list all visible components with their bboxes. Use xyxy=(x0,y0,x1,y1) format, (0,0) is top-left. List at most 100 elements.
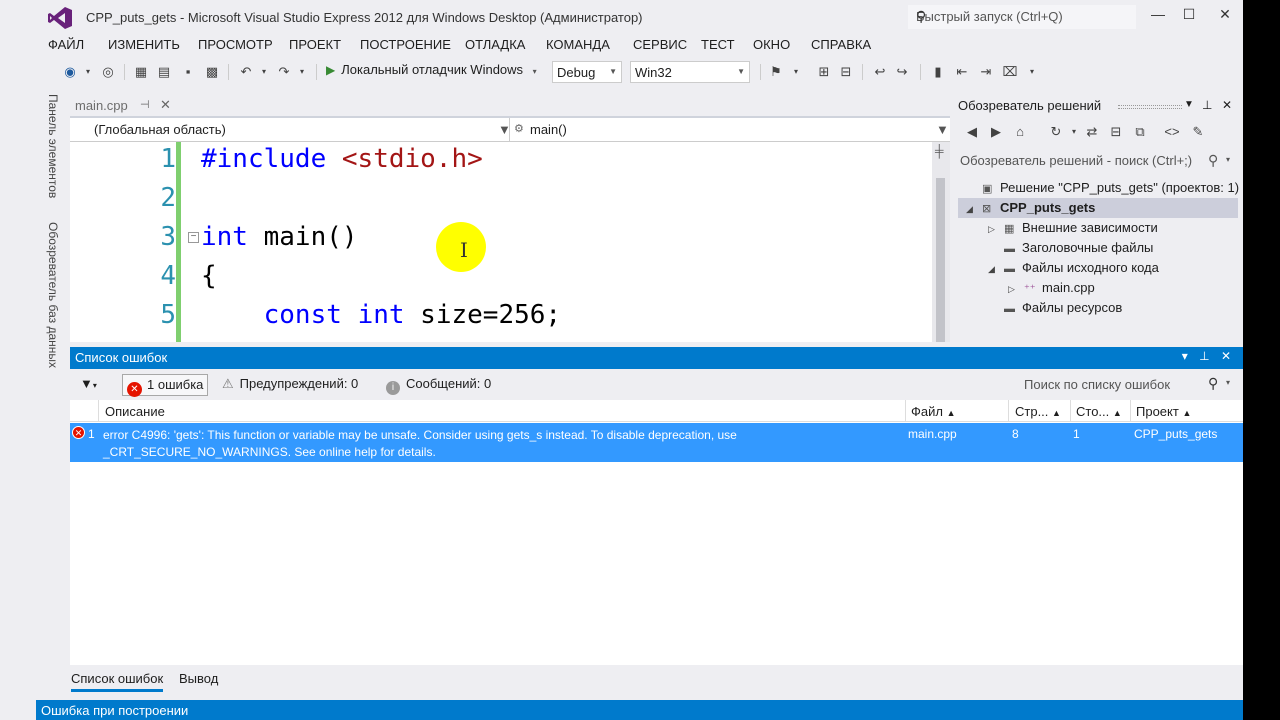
menu-window[interactable]: ОКНО xyxy=(753,37,790,52)
next-bookmark-icon[interactable]: ⇥ xyxy=(978,64,994,80)
menu-project[interactable]: ПРОЕКТ xyxy=(289,37,341,52)
quick-launch-input[interactable]: Быстрый запуск (Ctrl+Q) ⚲ xyxy=(908,5,1136,29)
menu-test[interactable]: ТЕСТ xyxy=(701,37,735,52)
tree-item[interactable]: ◢ ⊠ CPP_puts_gets xyxy=(958,198,1238,218)
code-line[interactable]: 1 #include <stdio.h> xyxy=(70,144,932,183)
pin-icon[interactable]: ⊥ xyxy=(1202,98,1212,112)
step-icon[interactable]: ⊟ xyxy=(838,64,854,80)
code-editor[interactable]: 1 #include <stdio.h> 2 3 int main() 4{5 const… xyxy=(70,142,932,342)
minimize-button[interactable]: — xyxy=(1143,6,1173,26)
prev-bookmark-icon[interactable]: ⇤ xyxy=(954,64,970,80)
scope-select[interactable]: (Глобальная область) ▼ xyxy=(70,118,511,141)
clear-bookmarks-icon[interactable]: ⌧ xyxy=(1002,64,1018,80)
warnings-filter-button[interactable]: ⚠ Предупреждений: 0 xyxy=(218,374,362,396)
platform-select[interactable]: Win32 ▼ xyxy=(630,61,750,83)
code-line[interactable]: 3 int main() xyxy=(70,222,932,261)
menu-build[interactable]: ПОСТРОЕНИЕ xyxy=(360,37,451,52)
find-dropdown-icon[interactable]: ▾ xyxy=(788,64,804,80)
start-debugging-button[interactable]: ▶ Локальный отладчик Windows ▾ xyxy=(326,62,537,82)
messages-filter-button[interactable]: i Сообщений: 0 xyxy=(382,374,495,396)
column-description[interactable]: Описание xyxy=(105,404,165,419)
expander-icon[interactable]: ◢ xyxy=(988,264,1004,275)
undo-dropdown-icon[interactable]: ▾ xyxy=(256,64,272,80)
menu-tools[interactable]: СЕРВИС xyxy=(633,37,687,52)
menu-view[interactable]: ПРОСМОТР xyxy=(198,37,273,52)
chevron-down-icon: ▾ xyxy=(532,67,537,76)
filter-icon[interactable]: ▼▾ xyxy=(76,374,101,396)
solution-configs-icon[interactable]: ⊞ xyxy=(816,64,832,80)
tree-item[interactable]: ▬ Заголовочные файлы xyxy=(958,238,1238,258)
editor-scrollbar[interactable]: ╪ xyxy=(932,142,950,342)
back-icon[interactable]: ◀ xyxy=(964,124,980,140)
panel-controls[interactable]: ▾ ⊥ ✕ xyxy=(1182,349,1235,363)
tab-output[interactable]: Вывод xyxy=(179,671,218,686)
toolbox-tab[interactable]: Панель элементов xyxy=(46,94,60,198)
grip xyxy=(1118,105,1182,109)
bookmark-icon[interactable]: ▮ xyxy=(930,64,946,80)
db-explorer-tab[interactable]: Обозреватель баз данных xyxy=(46,222,60,368)
chevron-down-icon[interactable]: ▼ xyxy=(1184,99,1194,110)
column-col[interactable]: Сто... ▲ xyxy=(1076,404,1122,419)
menu-help[interactable]: СПРАВКА xyxy=(811,37,871,52)
open-file-icon[interactable]: ▤ xyxy=(156,64,172,80)
scrollbar-thumb[interactable] xyxy=(936,178,945,342)
menu-team[interactable]: КОМАНДА xyxy=(546,37,610,52)
close-icon[interactable]: ✕ xyxy=(160,97,171,113)
properties-icon[interactable]: ✎ xyxy=(1190,124,1206,140)
tree-item[interactable]: ▷ ▦ Внешние зависимости xyxy=(958,218,1238,238)
close-button[interactable]: ✕ xyxy=(1210,6,1240,26)
tree-item[interactable]: ▬ Файлы ресурсов xyxy=(958,298,1238,318)
chevron-down-icon[interactable]: ▾ xyxy=(1226,155,1230,164)
find-in-files-icon[interactable]: ⚑ xyxy=(768,64,784,80)
tab-error-list[interactable]: Список ошибок xyxy=(71,671,164,692)
tab-main-cpp[interactable]: main.cpp ⊣ ✕ xyxy=(70,95,178,117)
solution-explorer-search-input[interactable]: Обозреватель решений - поиск (Ctrl+;) ⚲ … xyxy=(954,150,1240,172)
close-icon[interactable]: ✕ xyxy=(1222,98,1232,112)
back-dropdown-icon[interactable]: ▾ xyxy=(80,64,96,80)
redo-icon[interactable]: ↷ xyxy=(276,64,292,80)
error-list-search-input[interactable]: Поиск по списку ошибок ⚲ ▾ xyxy=(1018,374,1240,396)
indent-icon[interactable]: ↪ xyxy=(894,64,910,80)
forward-icon[interactable]: ▶ xyxy=(988,124,1004,140)
tree-item[interactable]: ▷ ⁺⁺ main.cpp xyxy=(958,278,1238,298)
tree-item[interactable]: ◢ ▬ Файлы исходного кода xyxy=(958,258,1238,278)
chevron-down-icon[interactable]: ▾ xyxy=(1226,378,1230,387)
expander-icon[interactable]: ▷ xyxy=(1008,284,1024,295)
column-project[interactable]: Проект ▲ xyxy=(1136,404,1191,419)
history-icon[interactable]: ↻ xyxy=(1048,124,1064,140)
undo-icon[interactable]: ↶ xyxy=(238,64,254,80)
code-line[interactable]: 5 const int size=256; xyxy=(70,300,932,339)
code-line[interactable]: 2 xyxy=(70,183,932,222)
tree-item[interactable]: ▣ Решение "CPP_puts_gets" (проектов: 1) xyxy=(958,178,1239,198)
menu-edit[interactable]: ИЗМЕНИТЬ xyxy=(108,37,180,52)
pin-icon[interactable]: ⊣ xyxy=(140,98,150,111)
save-all-icon[interactable]: ▩ xyxy=(204,64,220,80)
expander-icon[interactable]: ◢ xyxy=(966,204,982,215)
home-icon[interactable]: ⌂ xyxy=(1012,124,1028,140)
new-project-icon[interactable]: ▦ xyxy=(133,64,149,80)
show-all-files-icon[interactable]: ⧉ xyxy=(1132,124,1148,140)
column-file[interactable]: Файл ▲ xyxy=(911,404,956,419)
outdent-icon[interactable]: ↩ xyxy=(872,64,888,80)
code-line[interactable]: 4{ xyxy=(70,261,932,300)
menu-file[interactable]: ФАЙЛ xyxy=(48,37,84,52)
menu-debug[interactable]: ОТЛАДКА xyxy=(465,37,525,52)
save-icon[interactable]: ▪ xyxy=(180,64,196,80)
configuration-select[interactable]: Debug ▼ xyxy=(552,61,622,83)
back-icon[interactable]: ◉ xyxy=(62,64,78,80)
expander-icon[interactable]: ▷ xyxy=(988,224,1004,235)
collapse-toggle-icon[interactable]: − xyxy=(188,232,199,243)
split-icon[interactable]: ╪ xyxy=(935,144,944,158)
toolbar-overflow-icon[interactable]: ▾ xyxy=(1024,64,1040,80)
chevron-down-icon[interactable]: ▾ xyxy=(1066,124,1082,140)
table-row[interactable]: ✕ 1 error C4996: 'gets': This function o… xyxy=(70,423,1243,462)
view-code-icon[interactable]: <> xyxy=(1164,124,1180,140)
collapse-all-icon[interactable]: ⊟ xyxy=(1108,124,1124,140)
redo-dropdown-icon[interactable]: ▾ xyxy=(294,64,310,80)
sync-icon[interactable]: ⇄ xyxy=(1084,124,1100,140)
errors-filter-button[interactable]: ✕ 1 ошибка xyxy=(122,374,209,397)
maximize-button[interactable]: ☐ xyxy=(1174,6,1204,26)
forward-icon[interactable]: ◎ xyxy=(100,64,116,80)
column-divider xyxy=(1008,400,1009,422)
column-line[interactable]: Стр... ▲ xyxy=(1015,404,1061,419)
